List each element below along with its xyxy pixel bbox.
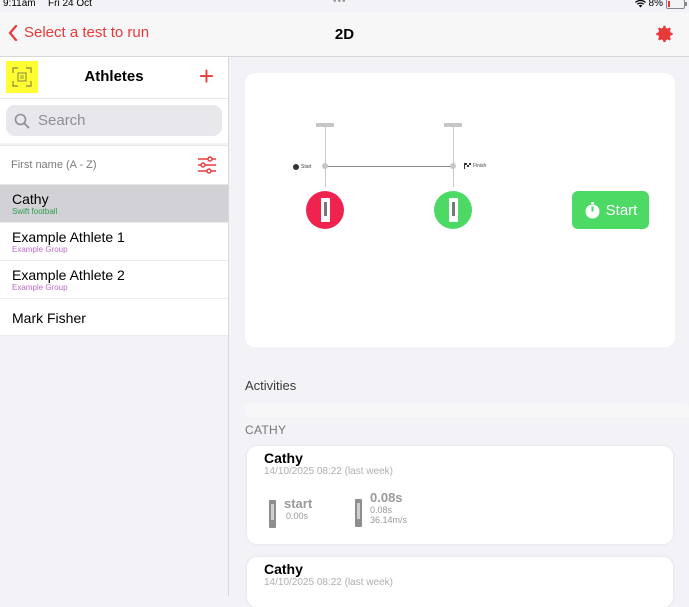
status-date: Fri 24 Oct <box>48 0 92 9</box>
athlete-name: Cathy <box>12 191 49 207</box>
test-diagram-card: Start Finish Start <box>245 73 675 347</box>
main-panel: Start Finish Start Activities CATHY Cath… <box>229 57 689 607</box>
wifi-icon <box>634 0 646 7</box>
checkered-flag-icon <box>464 163 471 169</box>
gate-device-start[interactable] <box>306 191 344 229</box>
athlete-list-item[interactable]: Example Athlete 1 Example Group <box>0 223 228 261</box>
athlete-list-item[interactable]: Cathy Swift football <box>0 185 228 223</box>
search-icon <box>14 113 30 128</box>
start-button-label: Start <box>605 201 638 219</box>
athlete-name: Mark Fisher <box>12 310 86 326</box>
status-time: 9:11am <box>3 0 36 9</box>
split-finish: 0.08s 0.08s 36.14m/s <box>355 490 407 527</box>
timing-gate-icon <box>269 500 276 528</box>
finish-marker: Finish <box>464 163 486 169</box>
stopwatch-icon <box>293 164 299 170</box>
timing-gate-icon <box>448 198 458 222</box>
record-athlete-name: Cathy <box>264 561 303 577</box>
gate-node-start <box>322 163 328 169</box>
split-value: 0.08s <box>370 505 393 515</box>
status-right: 8% <box>634 0 687 9</box>
activities-separator <box>245 403 689 417</box>
split-label: 0.08s <box>370 490 403 505</box>
gear-icon[interactable] <box>653 23 675 45</box>
gate-device-finish[interactable] <box>434 191 472 229</box>
battery-icon <box>666 0 687 9</box>
split-label: start <box>284 496 313 511</box>
finish-marker-label: Finish <box>473 163 487 169</box>
search-input[interactable] <box>36 111 210 130</box>
activities-group-title: CATHY <box>245 423 287 437</box>
gate-line-finish <box>453 127 454 187</box>
status-bar: 9:11am Fri 24 Oct ••• 8% <box>0 0 689 12</box>
add-athlete-button[interactable]: + <box>199 61 214 91</box>
athlete-list-item[interactable]: Example Athlete 2 Example Group <box>0 261 228 299</box>
athlete-list-item[interactable]: Mark Fisher <box>0 299 228 336</box>
athlete-name: Example Athlete 1 <box>12 229 125 245</box>
search-field[interactable] <box>6 105 222 136</box>
sidebar-title: Athletes <box>84 68 144 85</box>
start-marker: Start <box>293 164 312 170</box>
track-line <box>325 166 453 167</box>
gate-line-start <box>325 127 326 187</box>
page-title: 2D <box>334 26 355 43</box>
activity-record[interactable]: Cathy 14/10/2025 08:22 (last week) <box>247 557 673 607</box>
timing-gate-icon <box>355 499 362 527</box>
start-button[interactable]: Start <box>572 191 649 229</box>
split-speed: 36.14m/s <box>370 515 408 525</box>
activity-record[interactable]: Cathy 14/10/2025 08:22 (last week) start… <box>247 446 673 544</box>
filter-sliders-icon[interactable] <box>198 156 216 174</box>
activities-title: Activities <box>245 378 297 393</box>
athlete-groups: Swift football <box>12 207 58 216</box>
navigation-bar: Select a test to run 2D <box>0 12 689 57</box>
split-value: 0.00s <box>286 511 309 521</box>
athlete-groups: Example Group <box>12 245 68 254</box>
sort-label: First name (A - Z) <box>11 159 97 171</box>
timing-gate-icon <box>320 198 330 222</box>
split-start: start 0.00s <box>269 496 312 528</box>
gate-node-finish <box>450 163 456 169</box>
stopwatch-icon <box>585 201 600 218</box>
search-container <box>0 99 228 143</box>
sidebar-header: Athletes + <box>0 57 228 99</box>
athlete-groups: Example Group <box>12 283 68 292</box>
multitask-dots-icon[interactable]: ••• <box>333 0 347 7</box>
athletes-sidebar: Athletes + First name (A - Z) Cathy Swif… <box>0 57 229 596</box>
sort-bar[interactable]: First name (A - Z) <box>0 145 228 185</box>
record-athlete-name: Cathy <box>264 450 303 466</box>
start-marker-label: Start <box>301 164 312 170</box>
battery-percent: 8% <box>648 0 663 9</box>
athlete-name: Example Athlete 2 <box>12 267 125 283</box>
record-date: 14/10/2025 08:22 (last week) <box>264 577 393 588</box>
record-date: 14/10/2025 08:22 (last week) <box>264 466 393 477</box>
